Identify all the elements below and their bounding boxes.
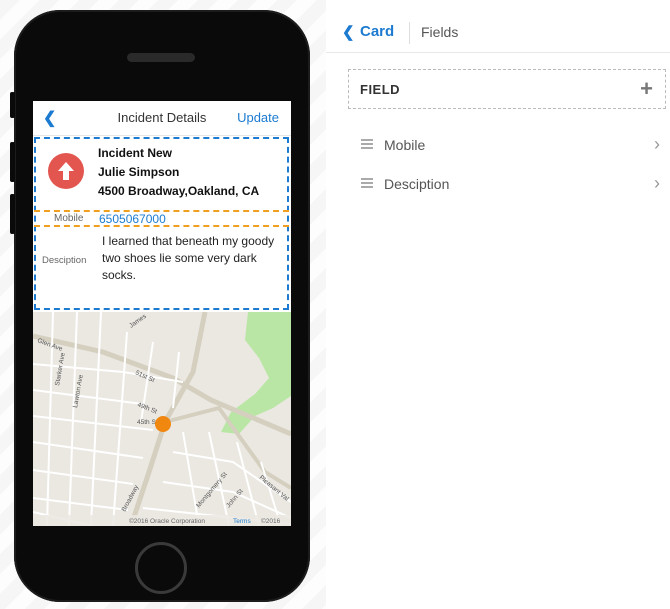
phone-speaker <box>127 53 195 62</box>
map-view[interactable]: James Lawton Ave Starker Ave 51st St 49t… <box>33 312 291 526</box>
update-button[interactable]: Update <box>237 110 279 125</box>
map-year: ©2016 <box>261 517 281 525</box>
field-item-label: Mobile <box>384 137 426 153</box>
breadcrumb-separator <box>409 22 410 44</box>
map-attribution: ©2016 Oracle Corporation <box>129 517 205 525</box>
mobile-nav-bar: ❮ Incident Details Update <box>33 101 291 136</box>
breadcrumb-card-link[interactable]: Card <box>360 23 394 40</box>
properties-panel: ❮ Card Fields FIELD + Mobile › Desciptio… <box>326 0 670 609</box>
mobile-field-row[interactable]: Mobile 6505067000 <box>34 210 289 227</box>
plus-icon[interactable]: + <box>640 76 653 102</box>
phone-frame: ❮ Incident Details Update Incident New J… <box>10 10 310 602</box>
mobile-value[interactable]: 6505067000 <box>99 212 166 226</box>
alert-badge <box>48 153 84 189</box>
incident-card[interactable]: Incident New Julie Simpson 4500 Broadway… <box>34 137 289 310</box>
preview-canvas: ❮ Incident Details Update Incident New J… <box>0 0 326 609</box>
field-item-description[interactable]: Desciption › <box>348 170 666 200</box>
field-header-label: FIELD <box>360 82 401 97</box>
drag-handle-icon[interactable] <box>361 139 373 151</box>
chevron-right-icon[interactable]: › <box>654 173 660 194</box>
incident-status: Incident New <box>98 146 173 160</box>
arrow-up-icon <box>58 162 74 180</box>
map-terms-link[interactable]: Terms <box>233 518 251 525</box>
field-item-mobile[interactable]: Mobile › <box>348 131 666 161</box>
chevron-right-icon[interactable]: › <box>654 134 660 155</box>
divider <box>326 52 670 53</box>
field-dropzone[interactable]: FIELD + <box>348 69 666 109</box>
phone-home-button <box>135 542 187 594</box>
field-item-label: Desciption <box>384 176 450 192</box>
phone-screen: ❮ Incident Details Update Incident New J… <box>33 101 291 526</box>
chevron-left-icon[interactable]: ❮ <box>342 23 355 41</box>
location-pin[interactable] <box>155 416 171 432</box>
phone-mute-switch <box>10 92 15 118</box>
breadcrumb-current: Fields <box>421 24 459 40</box>
mobile-label: Mobile <box>54 213 84 224</box>
description-value: I learned that beneath my goody two shoe… <box>102 234 275 282</box>
drag-handle-icon[interactable] <box>361 178 373 190</box>
description-label: Desciption <box>42 255 87 266</box>
street-label: 45th St <box>137 419 158 426</box>
incident-address: 4500 Broadway,Oakland, CA <box>98 184 260 198</box>
incident-contact: Julie Simpson <box>98 165 180 179</box>
phone-volume-up <box>10 142 15 182</box>
phone-volume-down <box>10 194 15 234</box>
